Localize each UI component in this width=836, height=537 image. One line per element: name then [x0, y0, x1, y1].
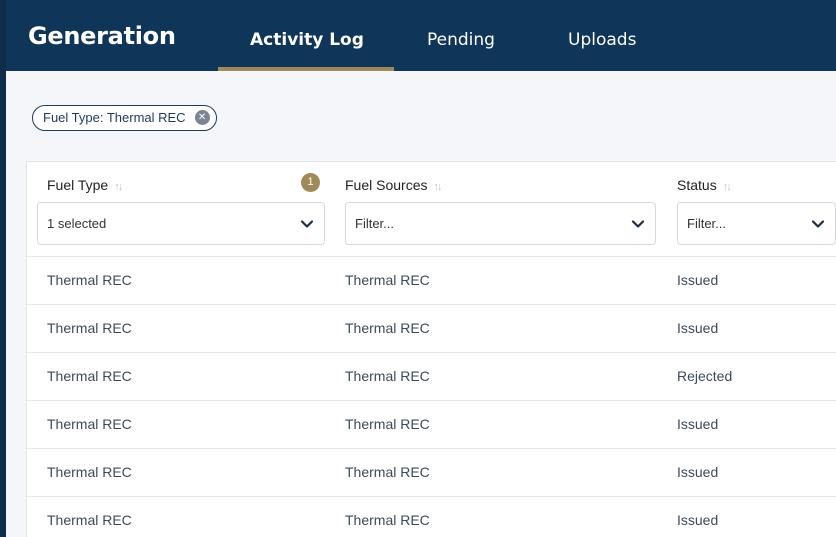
cell-fuel-sources: Thermal REC	[345, 368, 430, 384]
cell-fuel-type: Thermal REC	[47, 272, 132, 288]
sort-icon[interactable]: ↑↓	[114, 181, 123, 193]
column-header-fuel-type[interactable]: Fuel Type ↑↓	[47, 177, 123, 193]
column-label: Fuel Sources	[345, 177, 428, 193]
column-header-fuel-sources[interactable]: Fuel Sources ↑↓	[345, 177, 442, 193]
column-label: Fuel Type	[47, 177, 109, 193]
cell-status: Issued	[677, 416, 719, 432]
tab-pending[interactable]: Pending	[427, 30, 495, 50]
cell-fuel-type: Thermal REC	[47, 320, 132, 336]
filter-chip-label: Fuel Type: Thermal REC	[43, 110, 186, 125]
filter-chip: Fuel Type: Thermal REC ✕	[32, 105, 217, 131]
chevron-down-icon	[811, 220, 825, 228]
cell-fuel-type: Thermal REC	[47, 368, 132, 384]
cell-fuel-type: Thermal REC	[47, 464, 132, 480]
app-title: Generation	[28, 22, 176, 50]
app-window: Generation Activity Log Pending Uploads …	[0, 0, 836, 537]
filter-selected-value: 1 selected	[47, 216, 107, 231]
filter-placeholder: Filter...	[687, 216, 727, 231]
table-row[interactable]: Thermal REC Thermal REC Issued	[27, 400, 836, 448]
cell-fuel-sources: Thermal REC	[345, 464, 430, 480]
table-row[interactable]: Thermal REC Thermal REC Issued	[27, 448, 836, 496]
filter-placeholder: Filter...	[355, 216, 395, 231]
cell-fuel-sources: Thermal REC	[345, 272, 430, 288]
sort-icon[interactable]: ↑↓	[433, 181, 442, 193]
cell-status: Issued	[677, 320, 719, 336]
chevron-down-icon	[631, 220, 645, 228]
main-content: Fuel Type: Thermal REC ✕ Fuel Type ↑↓ 1 F…	[6, 71, 836, 537]
table-row[interactable]: Thermal REC Thermal REC Issued	[27, 304, 836, 352]
table-row[interactable]: Thermal REC Thermal REC Issued	[27, 256, 836, 304]
fuel-type-filter-select[interactable]: 1 selected	[37, 202, 325, 245]
tab-uploads[interactable]: Uploads	[568, 30, 636, 50]
remove-filter-icon[interactable]: ✕	[194, 110, 210, 125]
cell-status: Issued	[677, 512, 719, 528]
cell-fuel-sources: Thermal REC	[345, 416, 430, 432]
cell-status: Issued	[677, 464, 719, 480]
cell-fuel-type: Thermal REC	[47, 416, 132, 432]
cell-fuel-sources: Thermal REC	[345, 512, 430, 528]
tab-activity-log[interactable]: Activity Log	[250, 30, 364, 50]
status-filter-select[interactable]: Filter...	[677, 202, 836, 245]
table-row[interactable]: Thermal REC Thermal REC Issued	[27, 496, 836, 537]
column-header-status[interactable]: Status ↑↓	[677, 177, 732, 193]
filter-count-badge: 1	[301, 173, 320, 192]
cell-fuel-type: Thermal REC	[47, 512, 132, 528]
cell-status: Rejected	[677, 368, 733, 384]
chevron-down-icon	[300, 220, 314, 228]
column-label: Status	[677, 177, 717, 193]
sort-icon[interactable]: ↑↓	[723, 181, 732, 193]
app-header: Generation Activity Log Pending Uploads	[6, 0, 836, 71]
activity-table: Fuel Type ↑↓ 1 Fuel Sources ↑↓ Status ↑↓ 1 …	[26, 161, 836, 537]
fuel-sources-filter-select[interactable]: Filter...	[345, 202, 656, 245]
table-row[interactable]: Thermal REC Thermal REC Rejected	[27, 352, 836, 400]
cell-fuel-sources: Thermal REC	[345, 320, 430, 336]
cell-status: Issued	[677, 272, 719, 288]
